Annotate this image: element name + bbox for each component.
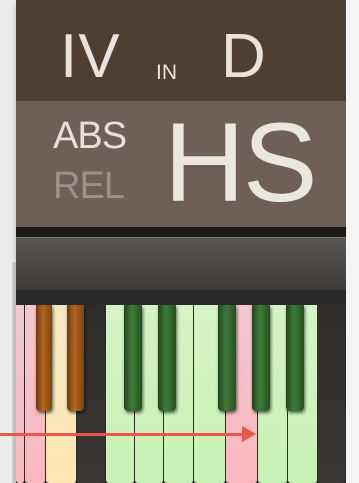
in-label: IN (156, 61, 177, 84)
scale-degree: IV (60, 22, 121, 91)
annotation-arrow (0, 433, 248, 436)
divider (16, 227, 346, 237)
black-key-7[interactable] (286, 305, 304, 411)
keyboard-gap (16, 290, 346, 305)
right-margin (346, 0, 359, 483)
abs-mode-toggle[interactable]: ABS (53, 117, 127, 155)
black-key-5[interactable] (218, 305, 236, 411)
black-key-1[interactable] (36, 305, 52, 411)
piano-keyboard (16, 305, 346, 483)
black-key-4[interactable] (158, 305, 176, 411)
black-key-2[interactable] (67, 305, 84, 411)
black-key-6[interactable] (252, 305, 270, 411)
white-key-12[interactable] (318, 305, 346, 483)
mode-row: ABS REL HS (16, 101, 346, 227)
app-panel: IV IN D ABS REL HS (0, 0, 359, 483)
left-panel-edge (0, 0, 16, 483)
chord-plugin-window: IV IN D ABS REL HS (16, 0, 346, 483)
white-key-1[interactable] (16, 305, 25, 483)
key-name: D (221, 22, 266, 91)
keyboard-header-bar (16, 237, 346, 290)
scale-name[interactable]: HS (164, 107, 318, 219)
arrow-head-icon (242, 426, 256, 442)
rel-mode-toggle[interactable]: REL (53, 167, 125, 205)
black-key-3[interactable] (124, 305, 142, 411)
chord-readout: IV IN D (16, 0, 346, 101)
